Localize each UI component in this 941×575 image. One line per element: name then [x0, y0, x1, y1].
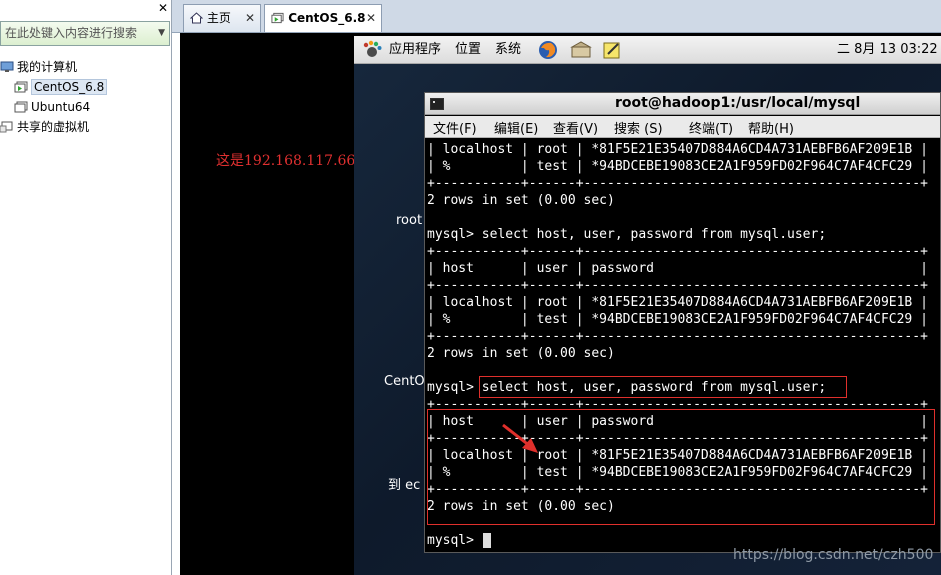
- terminal-cursor: [483, 533, 491, 548]
- firefox-icon[interactable]: [538, 40, 558, 60]
- terminal-line: | % | test | *94BDCEBE19083CE2A1F959FD02…: [427, 159, 928, 174]
- close-icon[interactable]: ✕: [245, 5, 255, 31]
- tree-item-my-computer[interactable]: 我的计算机: [0, 58, 77, 76]
- terminal-line: 2 rows in set (0.00 sec): [427, 193, 615, 208]
- menu-file[interactable]: 文件(F): [433, 118, 477, 137]
- desktop-icon-label[interactable]: 到 ec: [388, 474, 420, 493]
- terminal-line: +-----------+------+--------------------…: [427, 278, 928, 293]
- text-editor-icon[interactable]: [602, 40, 622, 60]
- terminal-line: mysql> select host, user, password from …: [427, 227, 827, 242]
- shared-vm-icon: [0, 121, 13, 133]
- gnome-foot-icon[interactable]: [362, 40, 382, 60]
- computer-icon: [0, 61, 14, 72]
- menu-view[interactable]: 查看(V): [553, 118, 598, 137]
- desktop-icon-label[interactable]: CentO: [384, 374, 425, 389]
- tab-home[interactable]: 主页 ✕: [183, 4, 261, 32]
- close-icon[interactable]: ✕: [366, 5, 376, 31]
- menu-applications[interactable]: 应用程序: [389, 36, 441, 63]
- tree-item-centos[interactable]: CentOS_6.8: [14, 78, 108, 96]
- terminal-line: | localhost | root | *81F5E21E35407D884A…: [427, 295, 928, 310]
- terminal-line: | % | test | *94BDCEBE19083CE2A1F959FD02…: [427, 312, 928, 327]
- terminal-menubar: 文件(F) 编辑(E) 查看(V) 搜索 (S) 终端(T) 帮助(H): [425, 116, 940, 138]
- menu-edit[interactable]: 编辑(E): [494, 118, 538, 137]
- tab-centos[interactable]: CentOS_6.8 ✕: [264, 4, 382, 32]
- tab-strip: 主页 ✕ CentOS_6.8 ✕: [172, 0, 941, 33]
- terminal-line: +-----------+------+--------------------…: [427, 176, 928, 191]
- terminal-output[interactable]: | localhost | root | *81F5E21E35407D884A…: [425, 139, 940, 553]
- home-icon: [189, 12, 204, 24]
- terminal-window[interactable]: root@hadoop1:/usr/local/mysql 文件(F) 编辑(E…: [424, 92, 941, 553]
- panel-clock[interactable]: 二 8月 13 03:22: [837, 36, 938, 63]
- watermark: https://blog.csdn.net/czh500: [733, 547, 934, 563]
- desktop-icon-label[interactable]: root: [396, 213, 422, 228]
- library-search-input[interactable]: 在此处键入内容进行搜索 ▼: [0, 21, 170, 46]
- menu-terminal[interactable]: 终端(T): [689, 118, 733, 137]
- query-highlight-box: [479, 376, 847, 398]
- tree-item-ubuntu[interactable]: Ubuntu64: [14, 98, 90, 116]
- red-arrow-icon: [502, 423, 538, 453]
- terminal-line: 2 rows in set (0.00 sec): [427, 346, 615, 361]
- terminal-prompt: mysql>: [427, 533, 482, 548]
- menu-help[interactable]: 帮助(H): [748, 118, 794, 137]
- menu-places[interactable]: 位置: [455, 36, 481, 63]
- vmware-workstation-window: ✕ 在此处键入内容进行搜索 ▼ 我的计算机 CentOS_6.8 Ubuntu6…: [0, 0, 941, 575]
- mail-client-icon[interactable]: [570, 41, 592, 59]
- terminal-icon: [430, 98, 444, 110]
- terminal-titlebar[interactable]: root@hadoop1:/usr/local/mysql: [425, 93, 940, 115]
- menu-search[interactable]: 搜索 (S): [614, 118, 663, 137]
- vm-running-icon: [14, 81, 28, 93]
- chevron-down-icon[interactable]: ▼: [158, 22, 165, 45]
- terminal-title: root@hadoop1:/usr/local/mysql: [615, 95, 861, 111]
- tree-item-shared-vms[interactable]: 共享的虚拟机: [0, 118, 89, 136]
- terminal-line: | host | user | password |: [427, 261, 928, 276]
- terminal-line: +-----------+------+--------------------…: [427, 329, 928, 344]
- close-library-button[interactable]: ✕: [158, 1, 168, 15]
- terminal-line: +-----------+------+--------------------…: [427, 244, 928, 259]
- library-panel: ✕ 在此处键入内容进行搜索 ▼ 我的计算机 CentOS_6.8 Ubuntu6…: [0, 0, 172, 575]
- gnome-top-panel: 应用程序 位置 系统 二 8月 13 03:22: [354, 36, 941, 64]
- search-placeholder: 在此处键入内容进行搜索: [5, 26, 138, 40]
- vm-running-icon: [271, 12, 284, 24]
- vm-icon: [14, 101, 28, 113]
- terminal-line: | localhost | root | *81F5E21E35407D884A…: [427, 142, 928, 157]
- menu-system[interactable]: 系统: [495, 36, 521, 63]
